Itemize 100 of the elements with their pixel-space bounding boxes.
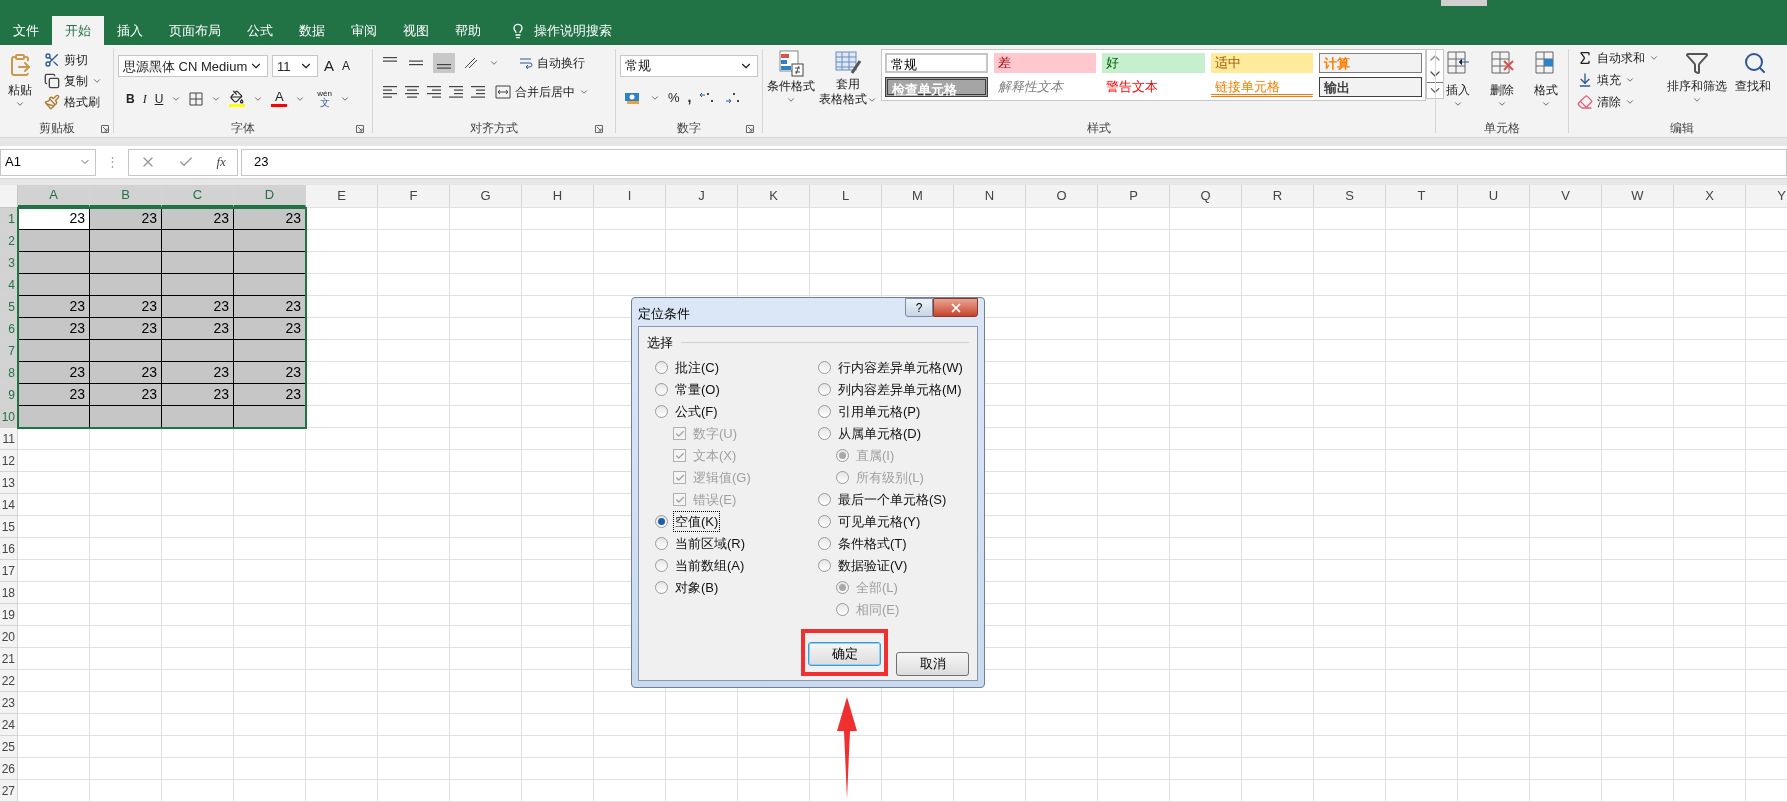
- row-header[interactable]: 21: [0, 648, 18, 670]
- ribbon-tab[interactable]: 插入: [104, 16, 156, 45]
- sort-filter-button[interactable]: 排序和筛选: [1667, 49, 1727, 111]
- shrink-font-button[interactable]: A: [340, 57, 353, 76]
- column-header[interactable]: T: [1386, 185, 1458, 207]
- column-header[interactable]: M: [882, 185, 954, 207]
- ribbon-tab[interactable]: 视图: [390, 16, 442, 45]
- font-size-field[interactable]: 11: [272, 55, 318, 78]
- row-header[interactable]: 2: [0, 230, 18, 252]
- column-header[interactable]: Y: [1746, 185, 1787, 207]
- copy-button[interactable]: 复制: [44, 72, 102, 90]
- column-header[interactable]: P: [1098, 185, 1170, 207]
- row-header[interactable]: 19: [0, 604, 18, 626]
- merge-center-button[interactable]: 合并后居中: [495, 83, 589, 101]
- column-header[interactable]: O: [1026, 185, 1098, 207]
- column-header[interactable]: B: [90, 185, 162, 207]
- ribbon-tab[interactable]: 审阅: [338, 16, 390, 45]
- column-header[interactable]: W: [1602, 185, 1674, 207]
- dialog-button[interactable]: 取消: [896, 652, 969, 676]
- column-header[interactable]: L: [810, 185, 882, 207]
- bold-button[interactable]: B: [126, 89, 135, 108]
- ribbon-tab[interactable]: 页面布局: [156, 16, 234, 45]
- italic-button[interactable]: I: [142, 89, 147, 108]
- format-painter-button[interactable]: 格式刷: [44, 93, 102, 111]
- insert-button[interactable]: 插入: [1445, 49, 1471, 109]
- ribbon-tab[interactable]: 帮助: [442, 16, 494, 45]
- percent-button[interactable]: %: [668, 87, 680, 108]
- row-header[interactable]: 10: [0, 406, 18, 428]
- formula-input[interactable]: 23: [241, 148, 1787, 176]
- find-button[interactable]: 查找和: [1735, 49, 1771, 111]
- ribbon-tab[interactable]: 数据: [286, 16, 338, 45]
- column-header[interactable]: X: [1674, 185, 1746, 207]
- paste-button[interactable]: 粘贴: [4, 49, 36, 111]
- row-header[interactable]: 15: [0, 516, 18, 538]
- row-header[interactable]: 22: [0, 670, 18, 692]
- column-header[interactable]: D: [234, 185, 306, 207]
- column-header[interactable]: H: [522, 185, 594, 207]
- underline-button[interactable]: U: [154, 89, 164, 108]
- wrap-text-button[interactable]: 自动换行: [519, 54, 585, 72]
- column-header[interactable]: V: [1530, 185, 1602, 207]
- column-header[interactable]: R: [1242, 185, 1314, 207]
- format-button[interactable]: 格式: [1533, 49, 1559, 109]
- grow-font-button[interactable]: A: [322, 55, 336, 78]
- cell-style-item[interactable]: 好: [1102, 53, 1205, 73]
- ribbon-tab[interactable]: 开始: [52, 16, 104, 45]
- delete-button[interactable]: 删除: [1489, 49, 1515, 109]
- row-header[interactable]: 27: [0, 780, 18, 802]
- column-header[interactable]: U: [1458, 185, 1530, 207]
- fill-button[interactable]: 填充: [1577, 71, 1659, 89]
- column-header[interactable]: A: [18, 185, 90, 207]
- column-header[interactable]: K: [738, 185, 810, 207]
- font-color-button[interactable]: A: [271, 90, 288, 107]
- cell-style-item[interactable]: 输出: [1319, 77, 1422, 97]
- column-header[interactable]: C: [162, 185, 234, 207]
- column-header[interactable]: F: [378, 185, 450, 207]
- row-header[interactable]: 6: [0, 318, 18, 340]
- cell-style-item[interactable]: 常规: [885, 53, 988, 73]
- conditional-format-button[interactable]: 条件格式: [767, 49, 815, 105]
- row-header[interactable]: 25: [0, 736, 18, 758]
- row-header[interactable]: 1: [0, 208, 18, 230]
- column-header[interactable]: S: [1314, 185, 1386, 207]
- row-header[interactable]: 5: [0, 296, 18, 318]
- phonetic-button[interactable]: wén 文: [317, 89, 333, 108]
- tell-me-search[interactable]: 操作说明搜索: [534, 20, 612, 41]
- insert-function-button[interactable]: fx: [216, 152, 226, 172]
- row-header[interactable]: 8: [0, 362, 18, 384]
- row-header[interactable]: 12: [0, 450, 18, 472]
- ribbon-tab[interactable]: 文件: [0, 16, 52, 45]
- row-header[interactable]: 4: [0, 274, 18, 296]
- autosum-button[interactable]: 自动求和: [1577, 49, 1659, 67]
- name-box[interactable]: A1: [0, 148, 96, 176]
- row-header[interactable]: 17: [0, 560, 18, 582]
- comma-button[interactable]: ,: [687, 87, 692, 108]
- row-header[interactable]: 3: [0, 252, 18, 274]
- row-header[interactable]: 9: [0, 384, 18, 406]
- help-button[interactable]: ?: [905, 298, 933, 317]
- column-header[interactable]: G: [450, 185, 522, 207]
- cell-style-item[interactable]: 适中: [1210, 53, 1314, 73]
- row-header[interactable]: 26: [0, 758, 18, 780]
- dialog-button[interactable]: 确定: [808, 642, 881, 666]
- row-header[interactable]: 18: [0, 582, 18, 604]
- row-header[interactable]: 23: [0, 692, 18, 714]
- column-header[interactable]: N: [954, 185, 1026, 207]
- column-header[interactable]: J: [666, 185, 738, 207]
- clear-button[interactable]: 清除: [1577, 93, 1659, 111]
- column-header[interactable]: Q: [1170, 185, 1242, 207]
- number-format-field[interactable]: 常规: [620, 55, 758, 77]
- column-header[interactable]: E: [306, 185, 378, 207]
- row-header[interactable]: 16: [0, 538, 18, 560]
- row-header[interactable]: 13: [0, 472, 18, 494]
- row-header[interactable]: 20: [0, 626, 18, 648]
- row-header[interactable]: 7: [0, 340, 18, 362]
- cell-style-item[interactable]: 差: [993, 53, 1097, 73]
- ribbon-tab[interactable]: 公式: [234, 16, 286, 45]
- row-header[interactable]: 14: [0, 494, 18, 516]
- cut-button[interactable]: 剪切: [44, 51, 102, 69]
- format-as-table-button[interactable]: 套用 表格格式: [819, 49, 877, 107]
- font-name-field[interactable]: 思源黑体 CN Medium: [118, 55, 268, 78]
- row-header[interactable]: 24: [0, 714, 18, 736]
- column-header[interactable]: I: [594, 185, 666, 207]
